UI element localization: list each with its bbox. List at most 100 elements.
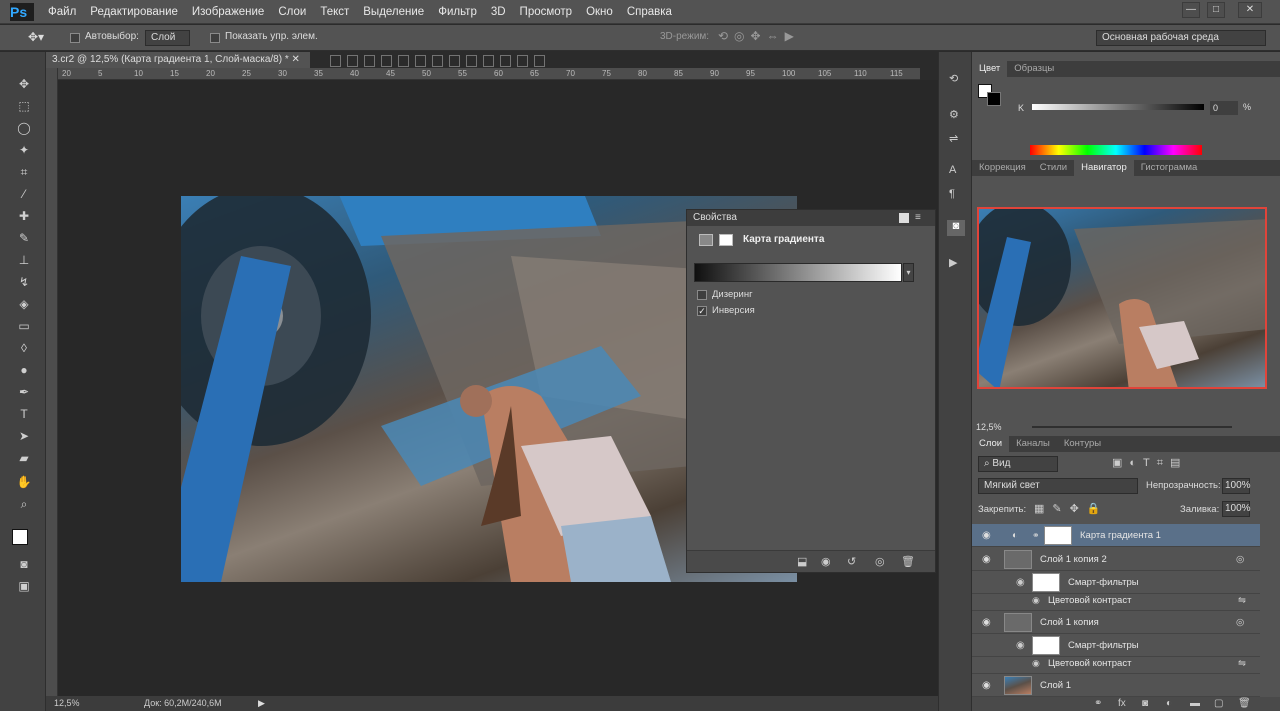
- hand-tool-icon[interactable]: ✋: [12, 472, 36, 492]
- add-mask-icon[interactable]: ◙: [1142, 697, 1148, 711]
- k-value-field[interactable]: 0: [1210, 101, 1238, 115]
- smart-filter-mask-thumb[interactable]: [1032, 636, 1060, 655]
- menu-type[interactable]: Текст: [320, 0, 349, 24]
- smart-filter-mask-thumb[interactable]: [1032, 573, 1060, 592]
- type-tool-icon[interactable]: T: [12, 404, 36, 424]
- gradient-tool-icon[interactable]: ▭: [12, 316, 36, 336]
- smart-filters-row[interactable]: ◉ Смарт-фильтры: [972, 634, 1260, 657]
- shape-tool-icon[interactable]: ▰: [12, 448, 36, 468]
- history-icon[interactable]: ⟲: [949, 72, 958, 85]
- eye-icon[interactable]: ◉: [982, 530, 994, 542]
- healing-tool-icon[interactable]: ✚: [12, 206, 36, 226]
- navigator-zoom[interactable]: 12,5%: [976, 422, 1002, 432]
- view-previous-icon[interactable]: ◉: [821, 555, 831, 568]
- distribute-top-icon[interactable]: [432, 55, 443, 67]
- marquee-tool-icon[interactable]: ⬚: [12, 96, 36, 116]
- reverse-checkbox[interactable]: ✓: [697, 306, 707, 316]
- menu-view[interactable]: Просмотр: [520, 0, 573, 24]
- 3d-tools-icons[interactable]: ⟲◎✥⇔▶: [718, 29, 800, 43]
- align-top-icon[interactable]: [330, 55, 341, 67]
- tab-swatches[interactable]: Образцы: [1007, 61, 1061, 77]
- mask-icon[interactable]: [719, 234, 733, 246]
- tab-adjustments[interactable]: Коррекция: [972, 160, 1033, 176]
- align-bottom-icon[interactable]: [364, 55, 375, 67]
- auto-align-icon[interactable]: [534, 55, 545, 67]
- eye-icon[interactable]: ◉: [982, 680, 994, 692]
- lock-icons[interactable]: ▦✎✥🔒: [1034, 502, 1109, 515]
- eye-icon[interactable]: ◉: [1016, 571, 1025, 594]
- filter-row[interactable]: ◉ Цветовой контраст ⇋: [972, 592, 1260, 611]
- new-adjustment-icon[interactable]: ◐: [1166, 697, 1172, 711]
- trash-icon[interactable]: 🗑: [901, 555, 915, 568]
- tab-layers[interactable]: Слои: [972, 436, 1010, 452]
- foreground-color-swatch[interactable]: [12, 529, 28, 545]
- reset-icon[interactable]: ↺: [847, 555, 856, 568]
- distribute-bottom-icon[interactable]: [466, 55, 477, 67]
- show-controls-checkbox[interactable]: [210, 33, 220, 43]
- menu-select[interactable]: Выделение: [363, 0, 424, 24]
- move-tool-icon[interactable]: ✥▾: [28, 30, 44, 44]
- link-layers-icon[interactable]: ⚭: [1094, 697, 1102, 711]
- document-tab[interactable]: 3.cr2 @ 12,5% (Карта градиента 1, Слой-м…: [46, 52, 310, 68]
- new-layer-icon[interactable]: ▢: [1214, 697, 1223, 711]
- panel-menu-icon[interactable]: ≡: [915, 212, 921, 223]
- eyedropper-tool-icon[interactable]: ⁄: [12, 184, 36, 204]
- distribute-left-icon[interactable]: [483, 55, 494, 67]
- eye-icon[interactable]: ◉: [1032, 655, 1040, 672]
- zoom-tool-icon[interactable]: ⌕: [12, 494, 36, 514]
- new-group-icon[interactable]: ▬: [1190, 697, 1200, 711]
- opacity-field[interactable]: 100%: [1222, 478, 1251, 494]
- menu-help[interactable]: Справка: [627, 0, 672, 24]
- close-tab-icon[interactable]: ✕: [292, 54, 300, 65]
- layer-mask-thumb[interactable]: [1044, 526, 1072, 545]
- smart-filters-row[interactable]: ◉ Смарт-фильтры: [972, 571, 1260, 594]
- visibility-icon[interactable]: ◎: [875, 555, 885, 568]
- eraser-tool-icon[interactable]: ◈: [12, 294, 36, 314]
- autoselect-checkbox[interactable]: [70, 33, 80, 43]
- quick-select-tool-icon[interactable]: ✦: [12, 140, 36, 160]
- k-slider[interactable]: [1032, 104, 1204, 110]
- gradient-dropdown-icon[interactable]: ▾: [903, 263, 914, 282]
- delete-layer-icon[interactable]: 🗑: [1238, 697, 1251, 711]
- eye-icon[interactable]: ◉: [982, 554, 994, 566]
- eye-icon[interactable]: ◉: [1032, 592, 1040, 609]
- status-arrow-icon[interactable]: ▶: [258, 696, 265, 711]
- layer-row-gradient-map[interactable]: ◉ ◐ ⚭ Карта градиента 1: [972, 524, 1260, 547]
- tab-histogram[interactable]: Гистограмма: [1134, 160, 1205, 176]
- layer-row-base[interactable]: ◉ Слой 1: [972, 674, 1260, 697]
- clip-to-layer-icon[interactable]: ⬓: [797, 555, 807, 568]
- navigator-preview[interactable]: [977, 207, 1267, 389]
- dodge-tool-icon[interactable]: ●: [12, 360, 36, 380]
- distribute-hcenter-icon[interactable]: [500, 55, 511, 67]
- pen-tool-icon[interactable]: ✒: [12, 382, 36, 402]
- menu-3d[interactable]: 3D: [491, 0, 506, 24]
- crop-tool-icon[interactable]: ⌗: [12, 162, 36, 182]
- layer-row-copy2[interactable]: ◉ Слой 1 копия 2 ◎: [972, 548, 1260, 571]
- properties-toggle-icon[interactable]: ◙: [947, 220, 965, 236]
- brush-presets-icon[interactable]: ⇌: [949, 132, 958, 145]
- layer-row-copy[interactable]: ◉ Слой 1 копия ◎: [972, 611, 1260, 634]
- distribute-right-icon[interactable]: [517, 55, 528, 67]
- menu-filter[interactable]: Фильтр: [438, 0, 477, 24]
- panel-collapse-button[interactable]: [899, 213, 909, 223]
- menu-layers[interactable]: Слои: [278, 0, 306, 24]
- autoselect-dropdown[interactable]: Слой: [145, 30, 190, 46]
- brush-tool-icon[interactable]: ✎: [12, 228, 36, 248]
- tab-paths[interactable]: Контуры: [1057, 436, 1108, 452]
- character-icon[interactable]: A: [949, 164, 956, 176]
- fx-icon[interactable]: fx: [1118, 697, 1126, 711]
- lasso-tool-icon[interactable]: ◯: [12, 118, 36, 138]
- maximize-button[interactable]: □: [1207, 2, 1225, 18]
- minimize-button[interactable]: —: [1182, 2, 1200, 18]
- filter-row[interactable]: ◉ Цветовой контраст ⇋: [972, 655, 1260, 674]
- gradient-preview[interactable]: [694, 263, 902, 282]
- quick-mask-icon[interactable]: ◙: [12, 554, 36, 574]
- tab-navigator[interactable]: Навигатор: [1074, 160, 1134, 176]
- blur-tool-icon[interactable]: ◊: [12, 338, 36, 358]
- align-right-icon[interactable]: [415, 55, 426, 67]
- paragraph-icon[interactable]: ¶: [949, 188, 955, 200]
- fill-field[interactable]: 100%: [1222, 501, 1251, 517]
- move-tool-icon[interactable]: ✥: [12, 74, 36, 94]
- tab-color[interactable]: Цвет: [972, 61, 1008, 77]
- history-brush-tool-icon[interactable]: ↯: [12, 272, 36, 292]
